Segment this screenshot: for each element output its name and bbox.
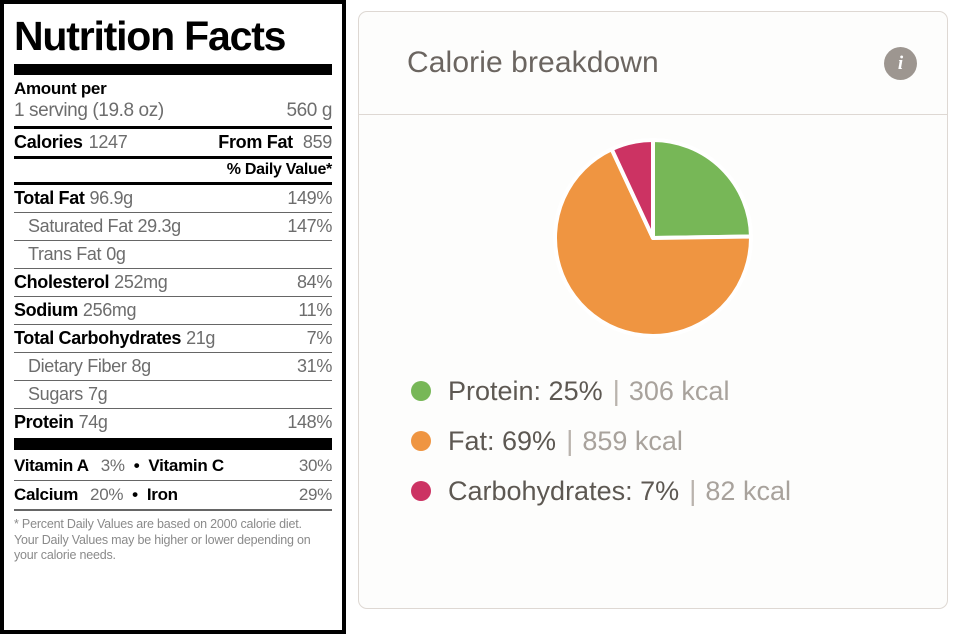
pie-slice-protein[interactable] (651, 137, 753, 240)
legend-item[interactable]: Fat: 69% | 859 kcal (411, 416, 947, 466)
from-fat-label: From Fat (218, 132, 293, 152)
nutrient-row: Sugars 7g (14, 381, 332, 408)
nutrition-facts-title: Nutrition Facts (14, 13, 286, 59)
nutrient-row: Cholesterol 252mg 84% (14, 269, 332, 296)
nutrient-rows: Total Fat 96.9g 149% Saturated Fat 29.3g 147%… (14, 185, 332, 436)
legend-separator: | (566, 425, 574, 456)
amount-per-label: Amount per (14, 79, 107, 98)
calories-value: 1247 (88, 132, 128, 152)
nutrient-daily-value: 147% (287, 216, 332, 236)
nutrient-row: Trans Fat 0g (14, 241, 332, 268)
calories-label: Calories (14, 132, 83, 152)
daily-value-header: % Daily Value* (226, 161, 333, 178)
legend-separator: | (612, 375, 620, 406)
nutrient-row: Total Carbohydrates 21g 7% (14, 325, 332, 352)
divider-thick-top (14, 64, 332, 75)
card-title: Calorie breakdown (407, 46, 659, 79)
chart-legend: Protein: 25% | 306 kcal Fat: 69% | 859 kcal Ca… (359, 360, 947, 516)
nutrient-name: Sugars (28, 384, 83, 404)
serving-description: 1 serving (19.8 oz) (14, 100, 164, 121)
from-fat-value: 859 (302, 132, 332, 152)
nutrient-amount: 256mg (82, 300, 137, 320)
divider-thick-bottom (14, 438, 332, 450)
micronutrient-name-left: Calcium (14, 485, 79, 504)
micronutrient-name-left: Vitamin A (14, 456, 89, 475)
nutrient-daily-value: 149% (287, 188, 332, 208)
nutrient-name: Protein (14, 412, 74, 432)
micronutrient-row: Calcium 20% • Iron 29% (14, 481, 332, 509)
nutrient-daily-value: 84% (297, 272, 332, 292)
legend-item[interactable]: Carbohydrates: 7% | 82 kcal (411, 466, 947, 516)
bullet-separator-icon: • (133, 456, 140, 475)
nutrient-amount: 252mg (114, 272, 168, 292)
legend-kcal-value: 859 kcal (582, 425, 683, 456)
nutrient-amount: 7g (87, 384, 108, 404)
nutrient-daily-value: 7% (306, 328, 333, 348)
legend-label: Protein: 25% (448, 375, 603, 406)
nutrient-row: Sodium 256mg 11% (14, 297, 332, 324)
info-icon[interactable]: i (884, 46, 917, 80)
nutrient-daily-value: 148% (287, 412, 332, 432)
nutrient-amount: 74g (78, 412, 108, 432)
legend-item[interactable]: Protein: 25% | 306 kcal (411, 366, 947, 416)
micronutrient-name-right: Vitamin C (148, 456, 224, 475)
legend-label: Carbohydrates: 7% (448, 475, 680, 506)
nutrient-amount: 29.3g (137, 216, 182, 236)
micronutrient-name-right: Iron (146, 485, 178, 504)
nutrient-name: Total Fat (14, 188, 85, 208)
legend-separator: | (689, 475, 697, 506)
nutrient-name: Dietary Fiber (28, 356, 127, 376)
legend-kcal-value: 306 kcal (628, 375, 730, 406)
nutrient-row: Protein 74g 148% (14, 409, 332, 436)
nutrient-row: Saturated Fat 29.3g 147% (14, 213, 332, 240)
legend-label: Fat: 69% (448, 425, 557, 456)
legend-kcal-value: 82 kcal (705, 475, 791, 506)
micronutrient-percent-left: 20% (90, 485, 124, 504)
legend-color-dot-icon (411, 381, 431, 401)
nutrient-daily-value: 11% (298, 300, 332, 320)
legend-color-dot-icon (411, 431, 431, 451)
micronutrient-row: Vitamin A 3% • Vitamin C 30% (14, 452, 332, 480)
micronutrient-percent-left: 3% (100, 456, 125, 475)
calorie-breakdown-pie-chart (553, 137, 753, 338)
nutrient-row: Dietary Fiber 8g 31% (14, 353, 332, 380)
serving-row: 1 serving (19.8 oz) 560 g (14, 99, 332, 126)
nutrient-name: Saturated Fat (28, 216, 133, 236)
bullet-separator-icon: • (132, 485, 138, 504)
nutrient-name: Trans Fat (28, 244, 102, 264)
nutrient-name: Cholesterol (14, 272, 110, 292)
nutrient-amount: 21g (186, 328, 216, 348)
nutrient-amount: 0g (106, 244, 126, 264)
calorie-breakdown-card: Calorie breakdown i Protein: 25% | 306 kca… (358, 11, 948, 609)
nutrient-name: Sodium (14, 300, 78, 320)
micronutrient-percent-right: 29% (298, 485, 332, 504)
nutrient-amount: 8g (131, 356, 151, 376)
nutrient-daily-value: 31% (297, 356, 332, 376)
nutrition-facts-panel: Nutrition Facts Amount per 1 serving (19… (0, 0, 346, 634)
serving-weight: 560 g (286, 100, 332, 121)
micronutrient-percent-right: 30% (298, 456, 332, 475)
pie-chart-area (359, 115, 947, 360)
nutrient-amount: 96.9g (89, 188, 134, 208)
legend-color-dot-icon (411, 481, 431, 501)
calories-row: Calories 1247 From Fat 859 (14, 129, 332, 156)
micronutrient-rows: Vitamin A 3% • Vitamin C 30% Calcium 20% • Iron 2… (14, 452, 332, 510)
footnote: * Percent Daily Values are based on 2000… (14, 517, 311, 562)
card-header: Calorie breakdown i (359, 12, 947, 115)
nutrient-name: Total Carbohydrates (14, 328, 182, 348)
nutrient-row: Total Fat 96.9g 149% (14, 185, 332, 212)
